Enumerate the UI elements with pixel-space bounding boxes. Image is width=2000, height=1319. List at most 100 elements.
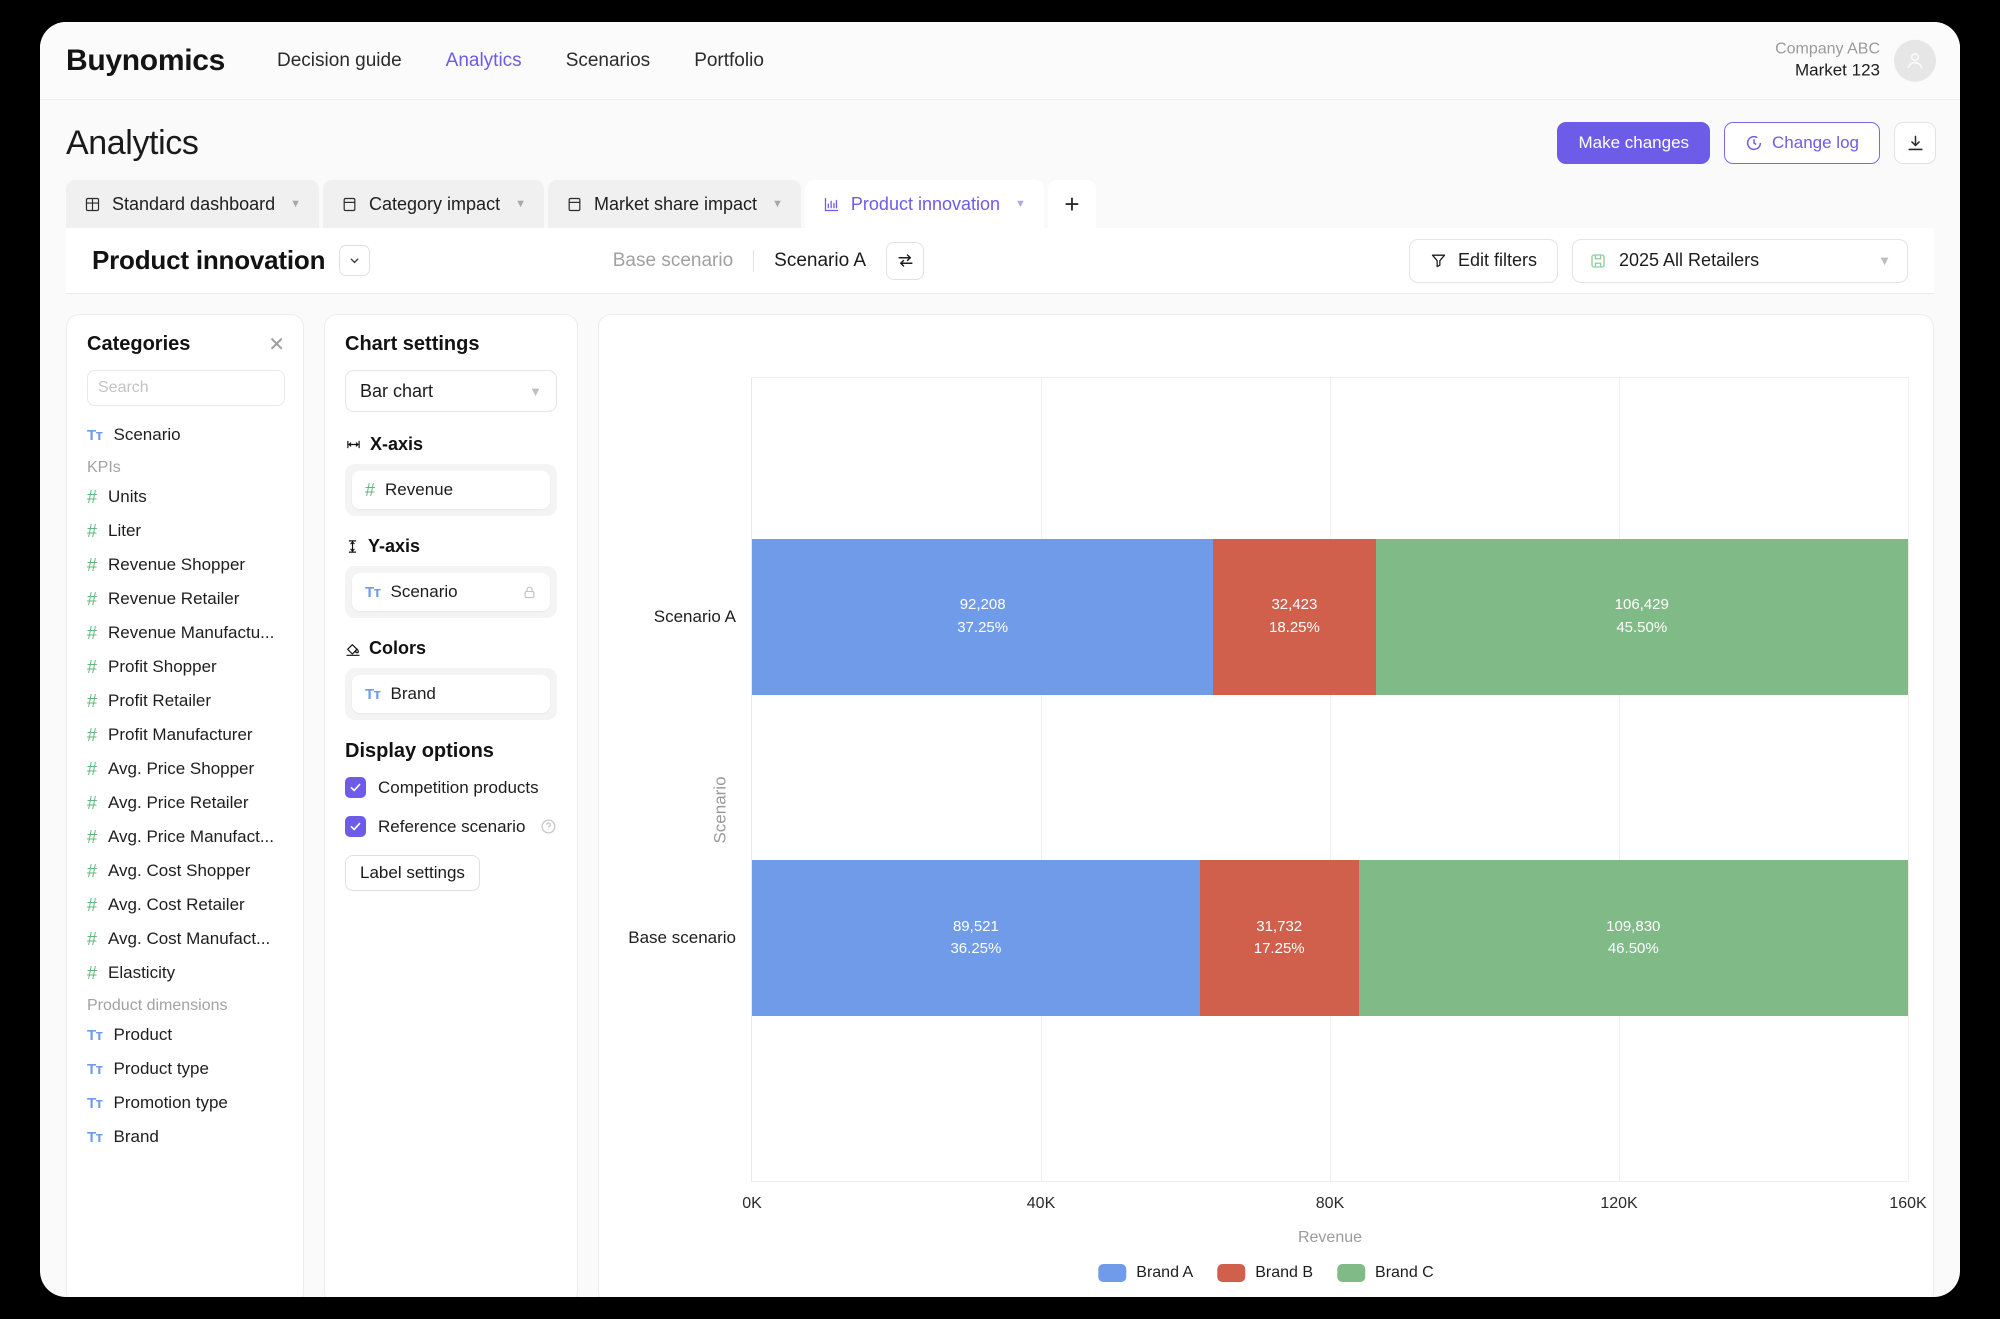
bar-percent-label: 36.25% (950, 940, 1002, 958)
chevron-down-icon[interactable]: ▼ (1015, 198, 1026, 210)
number-type-icon: # (87, 826, 98, 847)
dashboard-icon (85, 197, 100, 211)
filter-icon (1431, 254, 1446, 268)
category-item[interactable]: # Avg. Cost Shopper (77, 854, 293, 888)
colors-field-label: Brand (390, 684, 436, 703)
tab-product-innovation[interactable]: Product innovation ▼ (804, 180, 1044, 228)
nav-link-decision-guide[interactable]: Decision guide (277, 50, 402, 72)
avatar[interactable] (1894, 39, 1936, 82)
brand-logo[interactable]: Buynomics (66, 44, 225, 78)
legend-item[interactable]: Brand A (1098, 1264, 1193, 1282)
bar-group: Scenario A 92,208 37.25% 32,423 18.25% 106,42… (654, 538, 1908, 696)
bar-segment[interactable]: 31,732 17.25% (1199, 859, 1359, 1017)
help-circle-icon[interactable] (540, 818, 557, 835)
category-item[interactable]: Tᴛ Product (77, 1018, 293, 1052)
category-item[interactable]: # Revenue Shopper (77, 548, 293, 582)
category-item[interactable]: # Avg. Cost Manufact... (77, 922, 293, 956)
number-type-icon: # (87, 792, 98, 813)
chevron-down-icon[interactable]: ▼ (290, 198, 301, 210)
edit-filters-button[interactable]: Edit filters (1408, 238, 1558, 283)
bar-segment[interactable]: 109,830 46.50% (1358, 859, 1908, 1017)
category-item[interactable]: Tᴛ Product type (77, 1052, 293, 1086)
competition-products-checkbox[interactable] (345, 777, 366, 798)
legend-item[interactable]: Brand C (1337, 1264, 1434, 1282)
scenario-a-label[interactable]: Scenario A (754, 250, 886, 272)
category-item[interactable]: Tᴛ Promotion type (77, 1086, 293, 1120)
y-axis-field-chip[interactable]: Tᴛ Scenario (352, 573, 550, 611)
account-company: Company ABC (1775, 40, 1880, 58)
category-item[interactable]: # Units (77, 480, 293, 514)
dashboard-tab-strip: Standard dashboard ▼ Category impact ▼ M… (40, 164, 1960, 228)
chevron-down-icon[interactable]: ▼ (515, 198, 526, 210)
view-toolbar: Product innovation Base scenario Scenari… (66, 228, 1934, 294)
swap-scenarios-button[interactable] (886, 241, 925, 280)
text-type-icon: Tᴛ (87, 426, 103, 444)
close-icon[interactable]: ✕ (268, 335, 285, 355)
make-changes-button[interactable]: Make changes (1557, 122, 1711, 164)
reference-scenario-checkbox[interactable] (345, 816, 366, 837)
category-item[interactable]: Tᴛ Scenario (77, 418, 293, 452)
x-axis-tick-label: 0K (742, 1195, 762, 1212)
category-item[interactable]: # Profit Shopper (77, 650, 293, 684)
legend-label: Brand A (1136, 1264, 1194, 1281)
paint-bucket-icon (346, 643, 360, 656)
bar-segment[interactable]: 89,521 36.25% (752, 859, 1200, 1017)
chart-settings-panel: Chart settings Bar chart ▼ X-axis # Reve… (324, 314, 578, 1297)
horizontal-axis-icon (347, 440, 360, 449)
chart-type-select[interactable]: Bar chart ▼ (345, 370, 557, 412)
category-item[interactable]: # Revenue Manufactu... (77, 616, 293, 650)
tab-label: Standard dashboard (112, 193, 276, 214)
competition-products-row[interactable]: Competition products (345, 777, 557, 798)
category-item[interactable]: Tᴛ Brand (77, 1120, 293, 1154)
download-button[interactable] (1894, 122, 1936, 164)
nav-link-analytics[interactable]: Analytics (446, 50, 522, 72)
legend-item[interactable]: Brand B (1217, 1264, 1313, 1282)
account-market: Market 123 (1794, 60, 1880, 80)
search-box[interactable] (87, 370, 303, 406)
x-axis-field-chip[interactable]: # Revenue (352, 471, 550, 509)
category-item-label: Avg. Cost Retailer (108, 895, 245, 914)
colors-field-chip[interactable]: Tᴛ Brand (352, 675, 550, 713)
bar-percent-label: 37.25% (957, 618, 1009, 636)
nav-link-scenarios[interactable]: Scenarios (566, 50, 651, 72)
tab-label: Category impact (369, 193, 501, 214)
retailer-selection-dropdown[interactable]: 2025 All Retailers ▼ (1572, 238, 1908, 283)
bar-segment[interactable]: 32,423 18.25% (1213, 538, 1376, 696)
category-item-label: Profit Shopper (108, 657, 217, 676)
category-item[interactable]: # Revenue Retailer (77, 582, 293, 616)
search-input[interactable] (98, 379, 303, 397)
category-item[interactable]: # Avg. Price Retailer (77, 786, 293, 820)
category-item-label: Revenue Shopper (108, 555, 246, 574)
chevron-down-icon[interactable]: ▼ (772, 198, 783, 210)
category-item[interactable]: # Profit Retailer (77, 684, 293, 718)
text-type-icon: Tᴛ (365, 583, 381, 601)
chevron-down-icon[interactable]: ▼ (1878, 253, 1891, 268)
category-item[interactable]: # Profit Manufacturer (77, 718, 293, 752)
number-type-icon: # (87, 554, 98, 575)
category-item[interactable]: # Avg. Price Shopper (77, 752, 293, 786)
category-item[interactable]: # Avg. Price Manufact... (77, 820, 293, 854)
add-tab-button[interactable]: + (1047, 180, 1096, 228)
reference-scenario-row[interactable]: Reference scenario (345, 816, 557, 837)
account-area[interactable]: Company ABC Market 123 (1775, 38, 1936, 83)
tab-label: Product innovation (850, 193, 1001, 214)
view-title-dropdown[interactable] (339, 245, 371, 276)
label-settings-button[interactable]: Label settings (345, 855, 480, 891)
category-item[interactable]: # Elasticity (77, 956, 293, 990)
tab-category-impact[interactable]: Category impact ▼ (323, 180, 544, 228)
chevron-down-icon[interactable]: ▼ (529, 384, 542, 399)
category-item[interactable]: # Avg. Cost Retailer (77, 888, 293, 922)
y-axis-section-label: Y-axis (345, 536, 557, 557)
bar-segment[interactable]: 106,429 45.50% (1375, 538, 1908, 696)
category-item[interactable]: # Liter (77, 514, 293, 548)
tab-standard-dashboard[interactable]: Standard dashboard ▼ (66, 180, 320, 228)
change-log-button[interactable]: Change log (1724, 122, 1880, 164)
tab-market-share-impact[interactable]: Market share impact ▼ (547, 180, 801, 228)
x-axis-tick-label: 120K (1600, 1195, 1638, 1212)
base-scenario-label[interactable]: Base scenario (613, 249, 755, 272)
nav-link-portfolio[interactable]: Portfolio (694, 50, 764, 72)
bar-value-label: 32,423 (1271, 596, 1318, 614)
bar-segment[interactable]: 92,208 37.25% (752, 538, 1214, 696)
number-type-icon: # (365, 479, 376, 500)
category-item-label: Avg. Price Manufact... (108, 827, 274, 846)
